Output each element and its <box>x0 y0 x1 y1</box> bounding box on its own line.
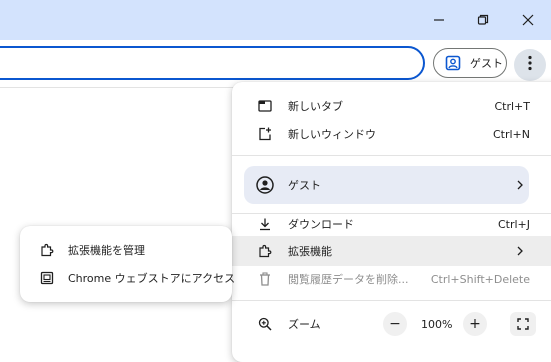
chevron-right-icon <box>514 245 526 257</box>
submenu-item-manage-extensions[interactable]: 拡張機能を管理 <box>20 236 232 264</box>
menu-item-new-window[interactable]: 新しいウィンドウ Ctrl+N <box>232 120 551 148</box>
zoom-level: 100% <box>421 318 453 331</box>
minimize-icon <box>433 11 445 30</box>
menu-item-label: 新しいウィンドウ <box>288 128 376 141</box>
main-menu-button[interactable] <box>514 49 546 81</box>
title-bar <box>0 0 551 40</box>
menu-item-guest[interactable]: ゲスト <box>232 171 551 199</box>
extension-puzzle-icon <box>38 241 56 259</box>
shortcut-text: Ctrl+J <box>497 217 530 231</box>
menu-divider <box>232 155 551 156</box>
web-store-icon <box>38 269 56 287</box>
profile-button[interactable]: ゲスト <box>433 48 507 78</box>
new-tab-icon <box>256 97 274 115</box>
menu-item-clear-browsing-data[interactable]: 閲覧履歴データを削除... Ctrl+Shift+Delete <box>232 265 551 293</box>
download-icon <box>256 215 274 233</box>
account-circle-icon <box>256 176 274 194</box>
submenu-item-label: Chrome ウェブストアにアクセス <box>68 272 236 285</box>
profile-card-icon <box>444 54 462 72</box>
three-dot-menu-icon <box>528 55 532 75</box>
submenu-item-label: 拡張機能を管理 <box>68 244 145 257</box>
menu-item-label: ダウンロード <box>288 218 354 231</box>
restore-button[interactable] <box>460 0 506 40</box>
menu-item-label: 閲覧履歴データを削除... <box>288 273 409 286</box>
menu-item-label: 新しいタブ <box>288 100 343 113</box>
menu-item-new-tab[interactable]: 新しいタブ Ctrl+T <box>232 92 551 120</box>
fullscreen-icon <box>517 315 529 334</box>
zoom-icon <box>256 315 274 333</box>
profile-label: ゲスト <box>470 57 503 70</box>
zoom-in-button[interactable]: + <box>463 312 487 336</box>
zoom-out-glyph: − <box>389 316 401 332</box>
menu-item-extensions[interactable]: 拡張機能 <box>232 237 551 265</box>
shortcut-text: Ctrl+T <box>494 99 530 113</box>
menu-item-label: 拡張機能 <box>288 245 332 258</box>
menu-item-label: ズーム <box>288 318 321 331</box>
chevron-right-icon <box>514 179 526 191</box>
address-bar[interactable] <box>0 46 425 80</box>
trash-icon <box>256 270 274 288</box>
close-icon <box>522 11 534 30</box>
menu-item-downloads[interactable]: ダウンロード Ctrl+J <box>232 210 551 238</box>
zoom-out-button[interactable]: − <box>383 312 407 336</box>
menu-divider <box>232 300 551 301</box>
toolbar: ゲスト <box>0 40 551 88</box>
close-window-button[interactable] <box>505 0 551 40</box>
extensions-submenu: 拡張機能を管理 Chrome ウェブストアにアクセス <box>20 226 236 302</box>
submenu-item-web-store[interactable]: Chrome ウェブストアにアクセス <box>20 264 236 292</box>
zoom-in-glyph: + <box>469 316 481 332</box>
new-window-icon <box>256 125 274 143</box>
minimize-button[interactable] <box>416 0 462 40</box>
restore-icon <box>477 11 489 30</box>
menu-item-label: ゲスト <box>288 179 321 192</box>
shortcut-text: Ctrl+N <box>492 127 530 141</box>
extension-puzzle-icon <box>256 242 274 260</box>
fullscreen-button[interactable] <box>510 312 536 336</box>
main-menu: 新しいタブ Ctrl+T 新しいウィンドウ Ctrl+N ゲスト ダウンロード … <box>232 82 551 362</box>
shortcut-text: Ctrl+Shift+Delete <box>430 272 530 286</box>
